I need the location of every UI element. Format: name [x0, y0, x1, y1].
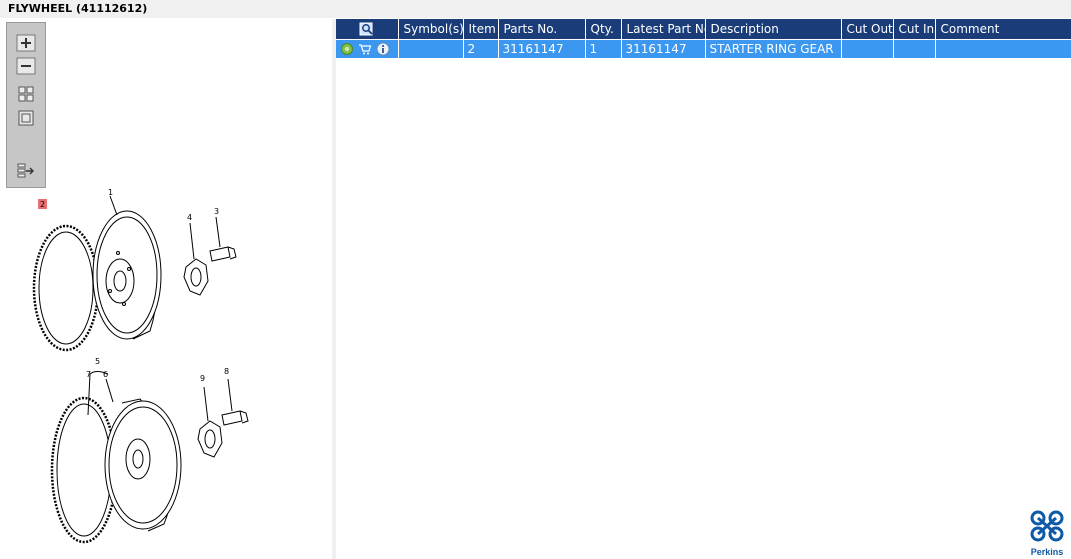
callout-4[interactable]: 4 [187, 213, 192, 222]
callout-7[interactable]: 7 [86, 370, 91, 379]
info-icon[interactable] [376, 42, 390, 56]
cut-in-cell [893, 38, 936, 58]
column-header-description[interactable]: Description [705, 19, 842, 39]
actual-size-icon[interactable] [16, 109, 36, 127]
symbols-cell [398, 38, 464, 58]
row-actions-cell [336, 38, 399, 58]
zoom-out-icon[interactable] [16, 57, 36, 75]
column-header-qty[interactable]: Qty. [585, 19, 622, 39]
latest-part-no-cell: 31161147 [621, 38, 706, 58]
flywheel-top[interactable] [92, 210, 162, 340]
comment-cell [935, 38, 1071, 58]
cart-icon[interactable] [358, 42, 372, 56]
exploded-diagram[interactable]: 2 1 4 3 5 7 6 9 8 [0, 19, 332, 559]
diagram-toolbar [6, 22, 46, 188]
cut-out-cell [841, 38, 894, 58]
item-cell: 2 [463, 38, 499, 58]
parts-list-pane: Symbol(s) Item Parts No. Qty. Latest Par… [336, 19, 1071, 559]
diagram-pane[interactable]: 2 1 4 3 5 7 6 9 8 [0, 19, 332, 559]
parts-table: Symbol(s) Item Parts No. Qty. Latest Par… [336, 19, 1071, 58]
column-header-tools[interactable] [336, 19, 399, 39]
page-title: FLYWHEEL (41112612) [8, 2, 148, 15]
export-list-icon[interactable] [16, 162, 36, 180]
ring-gear-top[interactable] [32, 224, 100, 352]
title-bar: FLYWHEEL (41112612) [0, 0, 1071, 18]
search-parts-icon[interactable] [359, 22, 375, 36]
add-to-cart-icon[interactable] [340, 42, 354, 56]
table-header-row: Symbol(s) Item Parts No. Qty. Latest Par… [336, 19, 1071, 39]
callout-8[interactable]: 8 [224, 367, 229, 376]
column-header-symbols[interactable]: Symbol(s) [398, 19, 464, 39]
bolt-top[interactable] [209, 246, 237, 262]
flywheel-bottom[interactable] [104, 398, 182, 532]
callout-1[interactable]: 1 [108, 188, 113, 197]
bolt-bottom[interactable] [221, 410, 249, 426]
table-row[interactable]: 2 31161147 1 31161147 STARTER RING GEAR [336, 38, 1071, 58]
callout-2[interactable]: 2 [40, 200, 45, 209]
callout-6[interactable]: 6 [103, 370, 108, 379]
perkins-logo: Perkins [1029, 509, 1065, 557]
zoom-in-icon[interactable] [16, 34, 36, 52]
callout-3[interactable]: 3 [214, 207, 219, 216]
lock-plate-top[interactable] [183, 258, 209, 296]
column-header-item[interactable]: Item [463, 19, 499, 39]
column-header-cut-in[interactable]: Cut In [893, 19, 936, 39]
lock-plate-bottom[interactable] [197, 420, 223, 458]
description-cell: STARTER RING GEAR [705, 38, 842, 58]
callout-5[interactable]: 5 [95, 357, 100, 366]
qty-cell: 1 [585, 38, 622, 58]
perkins-logo-icon [1030, 510, 1064, 542]
parts-no-cell: 31161147 [498, 38, 586, 58]
logo-text: Perkins [1030, 547, 1064, 557]
column-header-latest-part-no[interactable]: Latest Part No. [621, 19, 706, 39]
column-header-comment[interactable]: Comment [935, 19, 1071, 39]
fit-all-icon[interactable] [16, 85, 36, 103]
column-header-parts-no[interactable]: Parts No. [498, 19, 586, 39]
callout-9[interactable]: 9 [200, 374, 205, 383]
column-header-cut-out[interactable]: Cut Out [841, 19, 894, 39]
